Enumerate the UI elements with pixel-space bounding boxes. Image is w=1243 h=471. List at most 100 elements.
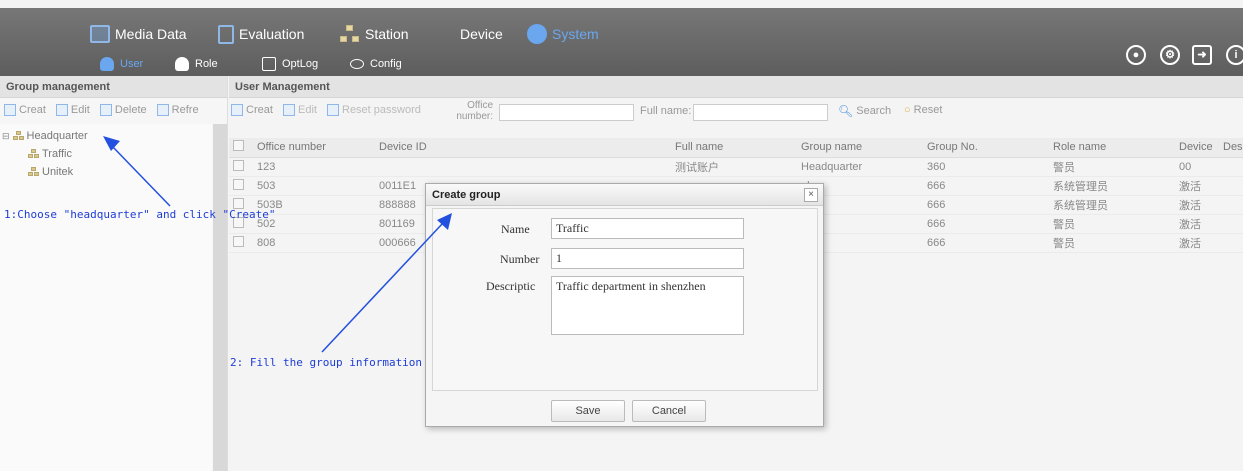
cell-description xyxy=(1219,214,1243,234)
reset-button[interactable]: ○ Reset xyxy=(904,104,942,116)
col-full-name[interactable]: Full name xyxy=(671,138,797,158)
col-device[interactable]: Device xyxy=(1175,138,1219,158)
cell-full-name: 测试账户 xyxy=(671,157,797,177)
row-checkbox[interactable] xyxy=(233,197,244,209)
select-all-checkbox[interactable] xyxy=(233,140,244,152)
office-number-label: Office number: xyxy=(455,100,493,122)
col-device-id[interactable]: Device ID xyxy=(375,138,671,158)
user-edit-label: Edit xyxy=(298,104,317,116)
subnav-config[interactable]: Config xyxy=(350,54,402,74)
log-icon xyxy=(262,57,276,71)
cell-description xyxy=(1219,176,1243,196)
row-select-cell xyxy=(229,157,253,177)
cell-device: 00 xyxy=(1175,157,1219,177)
cell-description xyxy=(1219,195,1243,215)
row-checkbox[interactable] xyxy=(233,159,244,171)
tree-scrollbar[interactable] xyxy=(213,124,227,471)
cell-description xyxy=(1219,233,1243,253)
nav-media-data[interactable]: Media Data xyxy=(90,22,187,46)
close-icon[interactable]: × xyxy=(804,188,818,202)
nav-evaluation[interactable]: Evaluation xyxy=(218,22,304,46)
tree-node-unitek[interactable]: Unitek xyxy=(28,166,73,178)
col-group-name[interactable]: Group name xyxy=(797,138,923,158)
number-input[interactable]: 1 xyxy=(551,248,744,269)
account-settings-icon[interactable]: ⚙ xyxy=(1160,45,1180,65)
user-create-button[interactable]: Creat xyxy=(231,104,273,116)
cancel-button[interactable]: Cancel xyxy=(632,400,706,422)
cell-office: 808 xyxy=(253,233,375,253)
group-delete-button[interactable]: Delete xyxy=(99,104,147,116)
media-data-icon xyxy=(90,25,110,43)
group-refresh-button[interactable]: Refre xyxy=(156,104,199,116)
search-button[interactable]: 🔍︎ Search xyxy=(838,104,891,118)
refresh-icon xyxy=(156,104,169,116)
subnav-config-label: Config xyxy=(370,58,402,70)
cell-description xyxy=(1219,157,1243,177)
group-create-button[interactable]: Creat xyxy=(4,104,46,116)
table-row[interactable]: 123 测试账户 Headquarter 360 警员 00 xyxy=(229,157,1243,177)
cell-device: 激活 xyxy=(1175,195,1219,215)
col-group-no[interactable]: Group No. xyxy=(923,138,1049,158)
gear-icon xyxy=(527,24,547,44)
subnav-optlog[interactable]: OptLog xyxy=(262,54,318,74)
nav-media-data-label: Media Data xyxy=(115,26,187,42)
tree-node-traffic[interactable]: Traffic xyxy=(28,148,72,160)
tree-expand-icon[interactable]: ⊟ xyxy=(2,131,10,142)
col-office-number[interactable]: Office number xyxy=(253,138,375,158)
cell-device-id xyxy=(375,157,671,177)
evaluation-icon xyxy=(218,24,234,44)
reset-password-button[interactable]: Reset password xyxy=(327,104,421,116)
cell-office: 503 xyxy=(253,176,375,196)
row-checkbox[interactable] xyxy=(233,235,244,247)
group-edit-button[interactable]: Edit xyxy=(55,104,90,116)
row-checkbox[interactable] xyxy=(233,178,244,190)
logout-icon[interactable]: ➜ xyxy=(1192,45,1212,65)
profile-icon[interactable]: ● xyxy=(1126,45,1146,65)
reset-icon: ○ xyxy=(904,104,911,116)
nav-evaluation-label: Evaluation xyxy=(239,26,305,42)
subnav-user-label: User xyxy=(120,58,144,70)
subnav-optlog-label: OptLog xyxy=(282,58,319,70)
description-textarea[interactable]: Traffic department in shenzhen xyxy=(551,276,744,335)
tree-node-unitek-label: Unitek xyxy=(42,166,74,178)
trash-icon xyxy=(99,104,112,116)
subnav-role[interactable]: Role xyxy=(175,54,218,74)
dialog-title: Create group xyxy=(426,184,823,206)
col-description[interactable]: Des xyxy=(1219,138,1243,158)
name-input[interactable]: Traffic xyxy=(551,218,744,239)
user-edit-button[interactable]: Edit xyxy=(283,104,317,116)
subnav-user[interactable]: User xyxy=(100,54,143,74)
key-icon xyxy=(327,104,339,116)
dialog-form: Name Traffic Number 1 Descriptic Traffic… xyxy=(432,208,818,391)
tree-node-headquarter[interactable]: ⊟ Headquarter xyxy=(2,130,88,142)
nav-device[interactable]: Device xyxy=(460,22,503,46)
annotation-step1: 1:Choose "headquarter" and click "Create… xyxy=(4,208,276,221)
office-number-input[interactable] xyxy=(499,104,634,121)
cell-role: 警员 xyxy=(1049,157,1175,177)
cell-device: 激活 xyxy=(1175,233,1219,253)
cell-group: Headquarter xyxy=(797,157,923,177)
cell-role: 系统管理员 xyxy=(1049,195,1175,215)
fullname-input[interactable] xyxy=(693,104,828,121)
name-label: Name xyxy=(501,222,530,236)
add-icon xyxy=(231,104,243,116)
col-role-name[interactable]: Role name xyxy=(1049,138,1175,158)
group-edit-label: Edit xyxy=(70,104,90,116)
config-icon xyxy=(350,59,364,69)
group-toolbar: Creat Edit Delete Refre xyxy=(0,98,227,122)
group-icon xyxy=(12,131,24,141)
cell-group-no: 666 xyxy=(923,214,1049,234)
info-icon[interactable]: i xyxy=(1226,45,1243,65)
cell-role: 警员 xyxy=(1049,233,1175,253)
subnav-role-label: Role xyxy=(195,58,218,70)
tree-node-headquarter-label: Headquarter xyxy=(26,130,88,142)
group-icon xyxy=(28,167,39,177)
nav-station[interactable]: Station xyxy=(340,22,409,46)
role-icon xyxy=(175,57,189,71)
create-group-dialog: Create group × Name Traffic Number 1 Des… xyxy=(425,183,824,427)
save-button[interactable]: Save xyxy=(551,400,625,422)
user-toolbar: Creat Edit Reset password Office number: … xyxy=(229,98,1243,124)
office-label-line2: number: xyxy=(456,111,493,122)
cell-device: 激活 xyxy=(1175,214,1219,234)
nav-system[interactable]: System xyxy=(527,22,599,46)
